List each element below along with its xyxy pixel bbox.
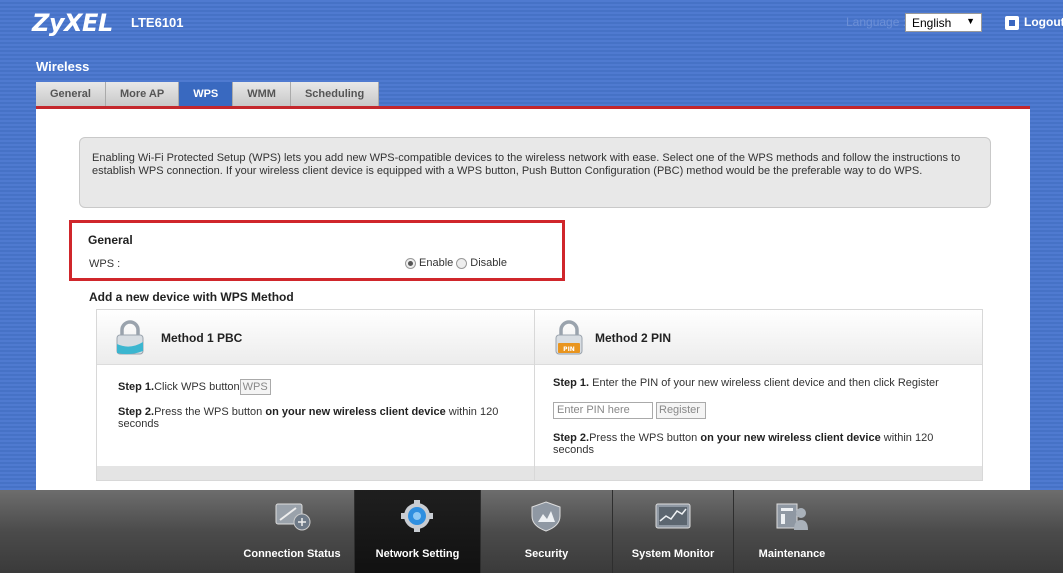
wps-radio-group: Enable Disable [405, 257, 510, 269]
method-2-title: Method 2 PIN [595, 331, 672, 345]
pin-badge-text: PIN [563, 346, 575, 353]
logout-icon[interactable] [1005, 16, 1019, 30]
pin-lock-icon: PIN [555, 320, 583, 355]
logout-link[interactable]: Logout [1024, 15, 1063, 29]
language-label: Language : [846, 15, 907, 29]
general-section-title: General [88, 233, 133, 247]
nav-label-connection-status: Connection Status [243, 548, 341, 560]
nav-label-security: Security [524, 548, 569, 560]
language-value: English [912, 16, 952, 30]
method-2-step-1-text: Enter the PIN of your new wireless clien… [589, 377, 939, 389]
tab-general[interactable]: General [36, 82, 106, 106]
register-button[interactable]: Register [656, 402, 706, 419]
method-1-step-2-text: Press the WPS button [154, 406, 266, 418]
nav-system-monitor[interactable]: System Monitor [613, 490, 733, 573]
method-2-step-1: Step 1. Enter the PIN of your new wirele… [553, 377, 963, 389]
gear-icon [401, 500, 433, 532]
nav-label-network-setting: Network Setting [375, 548, 460, 560]
pin-input[interactable]: Enter PIN here [553, 402, 653, 419]
nav-maintenance[interactable]: Maintenance [734, 490, 850, 573]
method-1-step-1: Step 1.Click WPS button WPS [118, 379, 271, 395]
maintenance-icon [776, 503, 808, 530]
lock-icon [116, 320, 144, 355]
method-1-step-2-label: Step 2. [118, 406, 155, 418]
wps-label: WPS : [89, 258, 121, 270]
brand-logo: ZyXEL [32, 9, 113, 37]
method-1-step-1-text: Click WPS button [154, 381, 240, 393]
wps-enable-label[interactable]: Enable [419, 257, 453, 269]
method-2-step-1-label: Step 1. [553, 377, 590, 389]
connection-status-icon [275, 503, 311, 531]
wps-disable-radio[interactable] [456, 257, 468, 269]
method-2-step-2: Step 2.Press the WPS button on your new … [553, 432, 973, 456]
general-highlight-box [69, 220, 565, 281]
nav-label-system-monitor: System Monitor [631, 548, 715, 560]
wps-enable-radio[interactable] [405, 257, 416, 269]
method-2-panel: PIN Method 2 PIN Step 1. Enter the PIN o… [535, 310, 982, 480]
method-1-step-2-emphasis: on your new wireless client device [265, 406, 446, 418]
page-title: Wireless [36, 59, 90, 74]
method-1-panel: Method 1 PBC Step 1.Click WPS button WPS … [97, 310, 535, 480]
tab-more-ap[interactable]: More AP [105, 82, 180, 106]
nav-label-maintenance: Maintenance [758, 548, 826, 560]
tab-wps[interactable]: WPS [179, 82, 234, 106]
method-1-step-2: Step 2.Press the WPS button on your new … [118, 406, 518, 430]
method-2-step-2-label: Step 2. [553, 432, 590, 444]
chevron-down-icon: ▼ [966, 16, 975, 26]
shield-icon [531, 501, 561, 532]
nav-network-setting[interactable]: Network Setting [355, 490, 480, 573]
method-2-step-2-text: Press the WPS button [589, 432, 701, 444]
info-text: Enabling Wi-Fi Protected Setup (WPS) let… [92, 152, 961, 177]
nav-security[interactable]: Security [481, 490, 612, 573]
tab-scheduling[interactable]: Scheduling [290, 82, 380, 106]
wps-methods-table: Method 1 PBC Step 1.Click WPS button WPS … [96, 309, 983, 481]
method-1-footer [97, 466, 534, 480]
bottom-nav: Connection Status Network Setting Securi… [0, 490, 1063, 573]
model-name: LTE6101 [131, 15, 184, 30]
wps-button[interactable]: WPS [239, 379, 271, 395]
add-device-title: Add a new device with WPS Method [89, 290, 294, 304]
method-2-step-2-emphasis: on your new wireless client device [700, 432, 881, 444]
tab-bar: General More AP WPS WMM Scheduling [36, 82, 380, 106]
wps-disable-label[interactable]: Disable [470, 257, 507, 269]
nav-connection-status[interactable]: Connection Status [230, 490, 354, 573]
info-box: Enabling Wi-Fi Protected Setup (WPS) let… [79, 137, 991, 208]
monitor-chart-icon [655, 503, 691, 529]
method-2-footer [535, 466, 982, 480]
language-select[interactable]: English ▼ [905, 13, 982, 32]
tab-wmm[interactable]: WMM [233, 82, 291, 106]
method-1-step-1-label: Step 1. [118, 381, 155, 393]
method-1-title: Method 1 PBC [161, 331, 243, 345]
